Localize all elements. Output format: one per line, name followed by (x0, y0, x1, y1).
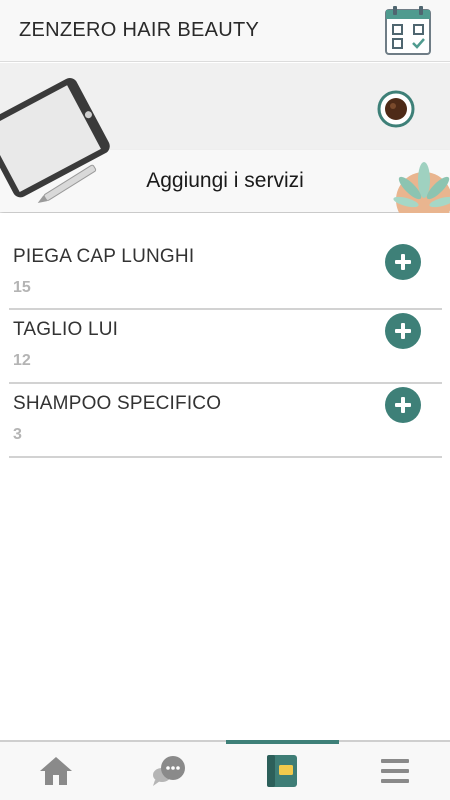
nav-chat[interactable] (113, 742, 225, 800)
app-screen: ZENZERO HAIR BEAUTY Aggiungi i servizi P… (0, 0, 450, 800)
service-name: SHAMPOO SPECIFICO (13, 393, 222, 414)
plus-icon (395, 397, 411, 413)
plus-icon (395, 323, 411, 339)
app-title: ZENZERO HAIR BEAUTY (19, 19, 260, 41)
nav-catalog[interactable] (226, 742, 338, 800)
service-name: TAGLIO LUI (13, 319, 119, 340)
coffee-icon (377, 90, 415, 128)
service-list: PIEGA CAP LUNGHI 15 TAGLIO LUI 12 SHAMPO… (9, 237, 442, 458)
service-value: 12 (13, 352, 31, 369)
bottom-nav (0, 740, 450, 800)
service-name: PIEGA CAP LUNGHI (13, 246, 195, 267)
service-item: PIEGA CAP LUNGHI 15 (9, 237, 442, 310)
add-service-button[interactable] (385, 313, 421, 349)
add-service-button[interactable] (385, 244, 421, 280)
service-value: 3 (13, 426, 22, 443)
add-service-button[interactable] (385, 387, 421, 423)
calendar-check-icon[interactable] (384, 6, 432, 56)
top-bar: ZENZERO HAIR BEAUTY (0, 0, 450, 62)
service-item: SHAMPOO SPECIFICO 3 (9, 384, 442, 458)
service-value: 15 (13, 279, 31, 296)
nav-menu[interactable] (339, 742, 450, 800)
chat-icon (153, 756, 185, 786)
home-icon (40, 757, 72, 785)
service-item: TAGLIO LUI 12 (9, 310, 442, 384)
plus-icon (395, 254, 411, 270)
catalog-icon (267, 755, 297, 787)
section-banner: Aggiungi i servizi (0, 63, 450, 213)
nav-home[interactable] (0, 742, 112, 800)
page-title: Aggiungi i servizi (146, 169, 304, 192)
menu-icon (381, 759, 409, 783)
